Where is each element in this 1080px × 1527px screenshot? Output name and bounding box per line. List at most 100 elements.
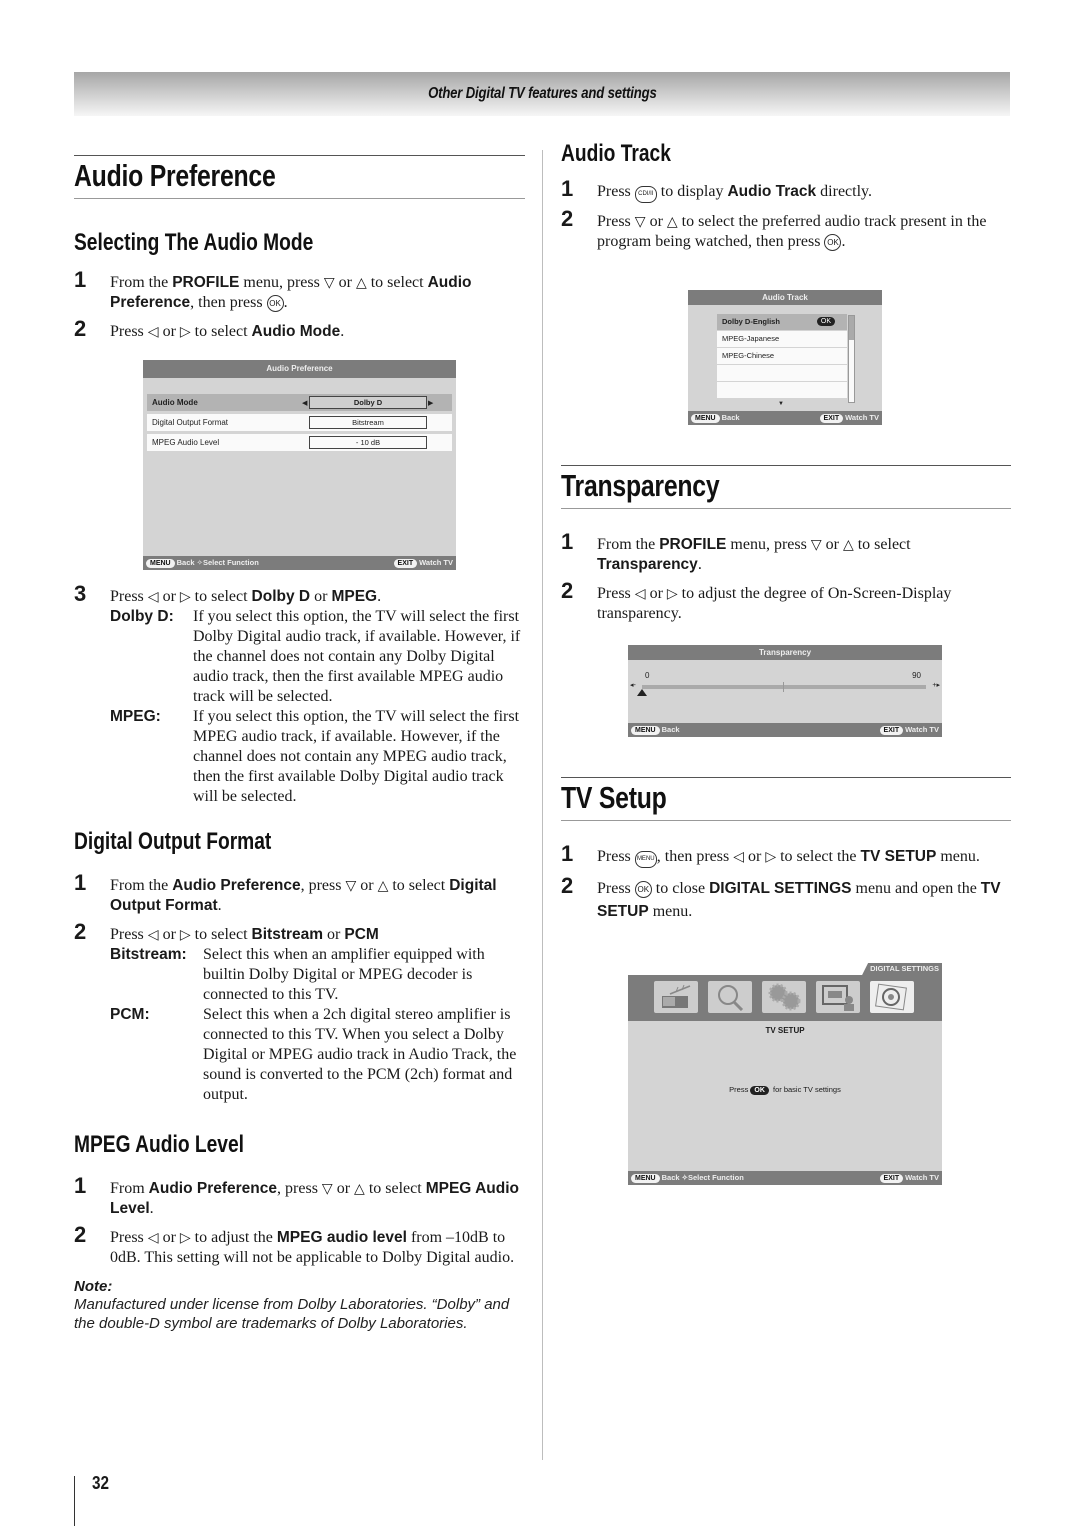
digital-settings-tab[interactable]: DIGITAL SETTINGS xyxy=(862,963,942,975)
transparency-title: Transparency xyxy=(561,465,1011,509)
up-arrow-icon: △ xyxy=(377,878,389,894)
osd-footer: MENU Back EXIT Watch TV xyxy=(628,723,942,737)
up-arrow-icon: △ xyxy=(354,1181,365,1197)
scroll-down-icon: ▼ xyxy=(778,401,784,407)
left-arrow-icon[interactable]: ◀ xyxy=(302,399,307,407)
slider-max-label: 90 xyxy=(912,671,921,680)
transparency-osd: Transparency 0 90 ◂- +▸ MENU Back EXIT Wat… xyxy=(628,645,942,737)
exit-button[interactable]: EXIT xyxy=(819,414,844,423)
audio-track-osd: Audio Track Dolby D-English OK MPEG-Japa… xyxy=(688,290,882,425)
slider-increase-icon[interactable]: +▸ xyxy=(932,681,940,689)
audio-track-item[interactable] xyxy=(717,382,847,398)
tv-setup-title: TV Setup xyxy=(561,777,1011,821)
menu-button[interactable]: MENU xyxy=(691,414,720,423)
osd-title: Transparency xyxy=(628,645,942,660)
screen-person-icon[interactable] xyxy=(816,981,860,1013)
gears-icon[interactable] xyxy=(762,981,806,1013)
step-2: 2 Press OK to close DIGITAL SETTINGS men… xyxy=(561,873,1001,920)
ok-button-icon: OK xyxy=(266,295,284,312)
menu-button[interactable]: MENU xyxy=(631,726,660,735)
selecting-audio-mode-heading: Selecting The Audio Mode xyxy=(74,229,314,256)
exit-button[interactable]: EXIT xyxy=(393,559,418,568)
definition-pcm: PCM: Select this when a 2ch digital ster… xyxy=(110,1006,517,1103)
disc-icon[interactable] xyxy=(870,981,914,1013)
left-arrow-icon: ◁ xyxy=(147,589,159,605)
menu-button[interactable]: MENU xyxy=(631,1174,660,1183)
digital-output-format-heading: Digital Output Format xyxy=(74,828,272,855)
section-header-band: Other Digital TV features and settings xyxy=(74,72,1010,116)
audio-track-item[interactable]: MPEG-Chinese xyxy=(717,348,847,364)
ok-button-icon: OK xyxy=(824,234,842,251)
audio-track-item[interactable]: MPEG-Japanese xyxy=(717,331,847,347)
left-arrow-icon: ◁ xyxy=(634,586,646,602)
tv-setup-section: TV Setup 1 Press MENU, then press ◁ or ▷… xyxy=(561,777,1011,923)
left-arrow-icon: ◁ xyxy=(147,1230,159,1246)
osd-footer: MENU Back ✧Select Function EXIT Watch TV xyxy=(628,1171,942,1185)
osd-footer: MENU Back EXIT Watch TV xyxy=(688,411,882,425)
osd-row-mpeg-audio-level[interactable]: MPEG Audio Level - 10 dB xyxy=(147,434,452,451)
transparency-slider-track[interactable] xyxy=(637,682,926,696)
down-arrow-icon: ▽ xyxy=(634,214,646,230)
note-title: Note: xyxy=(74,1278,113,1295)
slider-thumb[interactable] xyxy=(637,689,647,696)
definition-mpeg: MPEG: If you select this option, the TV … xyxy=(110,708,520,805)
up-arrow-icon: △ xyxy=(842,537,854,553)
slider-min-label: 0 xyxy=(645,671,650,680)
step-2: 2 Press ◁ or ▷ to adjust the degree of O… xyxy=(561,578,952,623)
ok-badge: OK xyxy=(816,317,835,326)
step-3-block: 3 Press ◁ or ▷ to select Dolby D or MPEG… xyxy=(74,581,525,807)
menu-icon-bar xyxy=(628,975,942,1021)
osd-title: Audio Track xyxy=(688,290,882,305)
step-1: 1 Press MENU, then press ◁ or ▷ to selec… xyxy=(561,841,980,868)
up-arrow-icon: △ xyxy=(666,214,678,230)
right-arrow-icon: ▷ xyxy=(179,589,191,605)
audio-track-heading: Audio Track xyxy=(561,140,671,167)
step-1: 1 From the PROFILE menu, press ▽ or △ to… xyxy=(561,529,911,574)
scrollbar-thumb[interactable] xyxy=(849,316,854,340)
right-column: Audio Track 1 Press CDI/II to display Au… xyxy=(561,140,1011,252)
step-2: 2 Press ◁ or ▷ to select Bitstream or PC… xyxy=(74,919,379,944)
audio-preference-osd: Audio Preference Audio Mode ◀ Dolby D ▶ … xyxy=(143,360,456,570)
press-ok-message: Press OK for basic TV settings xyxy=(729,1085,841,1095)
antenna-icon[interactable] xyxy=(654,981,698,1013)
page-number: 32 xyxy=(92,1473,110,1493)
output-format-definitions: Bitstream: Select this when an amplifier… xyxy=(110,945,525,1105)
down-arrow-icon: ▽ xyxy=(321,1181,333,1197)
left-arrow-icon: ◁ xyxy=(147,927,159,943)
audio-track-item[interactable]: Dolby D-English OK xyxy=(717,314,847,330)
step-1: 1 From the PROFILE menu, press ▽ or △ to… xyxy=(74,267,472,312)
menu-button-icon: MENU xyxy=(634,851,657,868)
tv-setup-osd: DIGITAL SETTINGS TV SETUP Press OK for b… xyxy=(628,963,942,1185)
osd-row-digital-output-format[interactable]: Digital Output Format Bitstream xyxy=(147,414,452,431)
step-3: 3 Press ◁ or ▷ to select Dolby D or MPEG… xyxy=(74,581,382,606)
column-divider xyxy=(542,150,543,1460)
exit-button[interactable]: EXIT xyxy=(879,726,904,735)
down-arrow-icon: ▽ xyxy=(810,537,822,553)
step-1: 1 From Audio Preference, press ▽ or △ to… xyxy=(74,1173,519,1218)
definition-dolby-d: Dolby D: If you select this option, the … xyxy=(110,608,521,705)
page-number-rule xyxy=(74,1476,75,1526)
slider-decrease-icon[interactable]: ◂- xyxy=(630,681,636,689)
right-arrow-icon: ▷ xyxy=(765,849,777,865)
down-arrow-icon: ▽ xyxy=(345,878,357,894)
step-2: 2 Press ◁ or ▷ to select Audio Mode. xyxy=(74,316,345,341)
step-2: 2 Press ◁ or ▷ to adjust the MPEG audio … xyxy=(74,1222,515,1267)
scrollbar[interactable] xyxy=(848,315,855,403)
tv-setup-body: TV SETUP Press OK for basic TV settings … xyxy=(628,1021,942,1185)
right-arrow-icon[interactable]: ▶ xyxy=(428,399,433,407)
audio-preference-title: Audio Preference xyxy=(74,155,525,199)
step-1: 1 Press CDI/II to display Audio Track di… xyxy=(561,176,872,203)
right-arrow-icon: ▷ xyxy=(666,586,678,602)
down-arrow-icon: ▽ xyxy=(323,275,335,291)
mpeg-audio-level-section: MPEG Audio Level 1 From Audio Preference… xyxy=(74,1131,525,1333)
right-arrow-icon: ▷ xyxy=(179,324,191,340)
exit-button[interactable]: EXIT xyxy=(879,1174,904,1183)
ok-button-icon: OK xyxy=(634,881,652,898)
osd-row-audio-mode[interactable]: Audio Mode ◀ Dolby D ▶ xyxy=(147,394,452,411)
menu-title: TV SETUP xyxy=(765,1026,805,1035)
audio-track-item[interactable] xyxy=(717,365,847,381)
menu-button[interactable]: MENU xyxy=(146,559,175,568)
step-2: 2 Press ▽ or △ to select the preferred a… xyxy=(561,206,987,251)
search-icon[interactable] xyxy=(708,981,752,1013)
note-body: Manufactured under license from Dolby La… xyxy=(74,1296,510,1332)
